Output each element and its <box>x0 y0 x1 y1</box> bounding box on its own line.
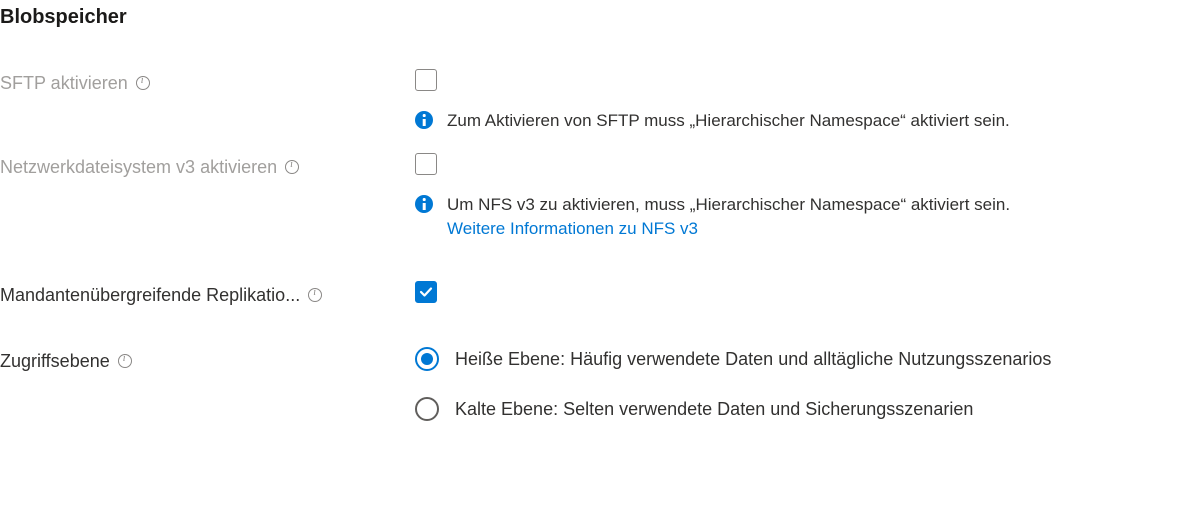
radio-hot-label: Heiße Ebene: Häufig verwendete Daten und… <box>455 349 1051 370</box>
radio-cool[interactable]: Kalte Ebene: Selten verwendete Daten und… <box>415 397 1183 421</box>
info-icon[interactable] <box>136 76 150 90</box>
radio-cool-label: Kalte Ebene: Selten verwendete Daten und… <box>455 399 973 420</box>
radio-hot[interactable]: Heiße Ebene: Häufig verwendete Daten und… <box>415 347 1183 371</box>
info-icon[interactable] <box>308 288 322 302</box>
info-filled-icon <box>415 195 433 213</box>
nfs-control: Um NFS v3 zu aktivieren, muss „Hierarchi… <box>415 153 1183 241</box>
access-tier-label: Zugriffsebene <box>0 349 110 373</box>
cross-tenant-label: Mandantenübergreifende Replikatio... <box>0 283 300 307</box>
info-icon[interactable] <box>285 160 299 174</box>
cross-tenant-checkbox[interactable] <box>415 281 437 303</box>
sftp-label-col: SFTP aktivieren <box>0 69 415 95</box>
sftp-control: Zum Aktivieren von SFTP muss „Hierarchis… <box>415 69 1183 133</box>
section-title: Blobspeicher <box>0 6 1183 29</box>
nfs-checkbox <box>415 153 437 175</box>
row-sftp: SFTP aktivieren Zum Aktivieren von SFTP … <box>0 69 1183 133</box>
row-cross-tenant: Mandantenübergreifende Replikatio... <box>0 281 1183 307</box>
form-grid: SFTP aktivieren Zum Aktivieren von SFTP … <box>0 69 1183 421</box>
row-access-tier: Zugriffsebene Heiße Ebene: Häufig verwen… <box>0 347 1183 421</box>
sftp-checkbox <box>415 69 437 91</box>
access-tier-control: Heiße Ebene: Häufig verwendete Daten und… <box>415 347 1183 421</box>
access-tier-label-col: Zugriffsebene <box>0 347 415 373</box>
sftp-info-message: Zum Aktivieren von SFTP muss „Hierarchis… <box>415 109 1183 133</box>
access-tier-radio-group: Heiße Ebene: Häufig verwendete Daten und… <box>415 347 1183 421</box>
radio-outer-icon <box>415 347 439 371</box>
cross-tenant-label-col: Mandantenübergreifende Replikatio... <box>0 281 415 307</box>
nfs-info-text: Um NFS v3 zu aktivieren, muss „Hierarchi… <box>447 193 1010 241</box>
nfs-info-message: Um NFS v3 zu aktivieren, muss „Hierarchi… <box>415 193 1183 241</box>
nfs-label: Netzwerkdateisystem v3 aktivieren <box>0 155 277 179</box>
nfs-info-link[interactable]: Weitere Informationen zu NFS v3 <box>447 217 1010 241</box>
info-icon[interactable] <box>118 354 132 368</box>
row-nfs: Netzwerkdateisystem v3 aktivieren Um NFS… <box>0 153 1183 241</box>
sftp-label: SFTP aktivieren <box>0 71 128 95</box>
nfs-label-col: Netzwerkdateisystem v3 aktivieren <box>0 153 415 179</box>
sftp-info-text: Zum Aktivieren von SFTP muss „Hierarchis… <box>447 109 1010 133</box>
cross-tenant-control <box>415 281 1183 303</box>
info-filled-icon <box>415 111 433 129</box>
radio-outer-icon <box>415 397 439 421</box>
nfs-info-line: Um NFS v3 zu aktivieren, muss „Hierarchi… <box>447 195 1010 214</box>
